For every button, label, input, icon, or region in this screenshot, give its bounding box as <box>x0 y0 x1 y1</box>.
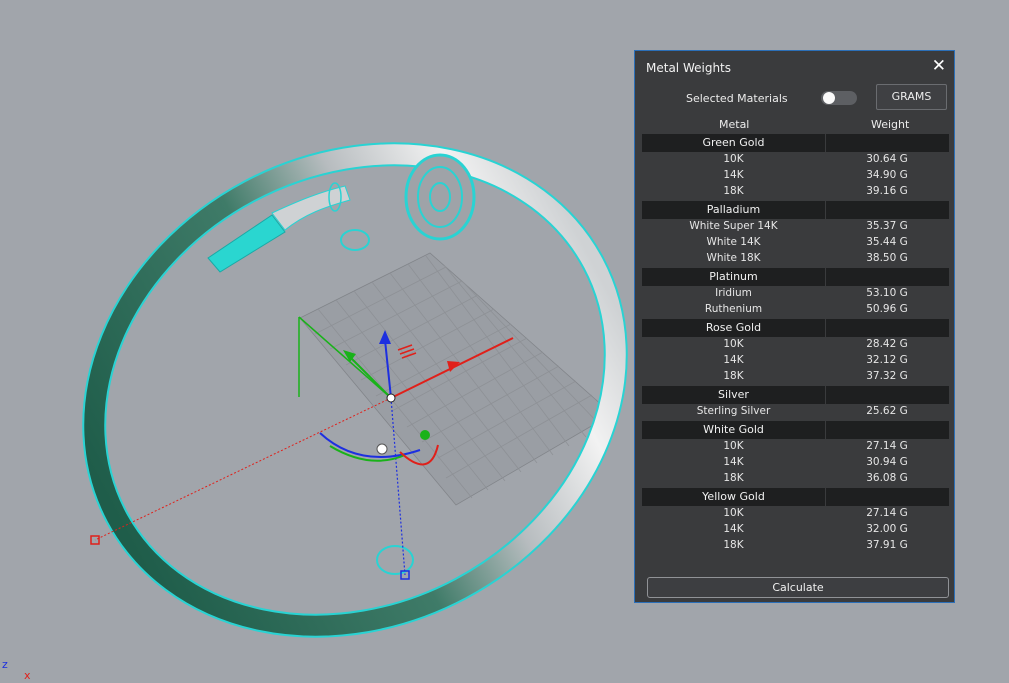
calculate-button[interactable]: Calculate <box>647 577 949 598</box>
metal-row[interactable]: 10K 27.14 G <box>642 506 949 522</box>
group-header-row[interactable]: Platinum <box>642 268 949 286</box>
column-divider <box>825 421 826 439</box>
group-header-row[interactable]: Yellow Gold <box>642 488 949 506</box>
column-divider <box>825 268 826 286</box>
metal-row[interactable]: 14K 34.90 G <box>642 168 949 184</box>
world-axis-indicator: z x <box>0 658 40 683</box>
metal-name: 10K <box>723 507 744 519</box>
group-header-row[interactable]: White Gold <box>642 421 949 439</box>
selected-materials-label: Selected Materials <box>686 92 788 105</box>
close-icon[interactable]: ✕ <box>932 57 946 75</box>
group-header-row[interactable]: Palladium <box>642 201 949 219</box>
metal-row[interactable]: 14K 30.94 G <box>642 455 949 471</box>
metal-weight: 37.32 G <box>866 370 908 382</box>
metal-weight: 37.91 G <box>866 539 908 551</box>
group-name: White Gold <box>703 423 764 436</box>
metal-weight: 28.42 G <box>866 338 908 350</box>
column-divider <box>825 134 826 152</box>
metal-name: 10K <box>723 440 744 452</box>
metal-row[interactable]: 10K 30.64 G <box>642 152 949 168</box>
group-header-row[interactable]: Silver <box>642 386 949 404</box>
metal-row[interactable]: 10K 27.14 G <box>642 439 949 455</box>
metal-name: 14K <box>723 354 744 366</box>
group-name: Palladium <box>706 203 761 216</box>
metal-row[interactable]: 10K 28.42 G <box>642 337 949 353</box>
metal-row[interactable]: Sterling Silver 25.62 G <box>642 404 949 420</box>
group-name: Platinum <box>709 270 758 283</box>
metal-weights-panel: Metal Weights ✕ Selected Materials GRAMS… <box>634 50 955 603</box>
metal-name: White 14K <box>706 236 761 248</box>
metal-weight: 32.12 G <box>866 354 908 366</box>
metal-row[interactable]: 18K 37.32 G <box>642 369 949 385</box>
metal-row[interactable]: White 14K 35.44 G <box>642 235 949 251</box>
group-header-row[interactable]: Rose Gold <box>642 319 949 337</box>
metal-name: 18K <box>723 370 744 382</box>
metal-row[interactable]: 18K 36.08 G <box>642 471 949 487</box>
units-button[interactable]: GRAMS <box>876 84 947 110</box>
metal-name: Iridium <box>715 287 752 299</box>
metal-row[interactable]: 18K 39.16 G <box>642 184 949 200</box>
selected-materials-toggle[interactable] <box>821 91 857 105</box>
column-header-metal: Metal <box>719 118 750 131</box>
column-divider <box>825 488 826 506</box>
metal-name: Sterling Silver <box>696 405 771 417</box>
column-divider <box>825 201 826 219</box>
axis-z-label: z <box>2 658 8 671</box>
metal-name: 10K <box>723 153 744 165</box>
construction-grid <box>299 252 613 506</box>
group-name: Silver <box>718 388 749 401</box>
panel-header: Metal Weights ✕ <box>635 51 954 84</box>
column-divider <box>825 319 826 337</box>
metal-weights-list: Green Gold 10K 30.64 G 14K 34.90 G 18K 39.16 G… <box>642 133 949 554</box>
metal-name: White Super 14K <box>689 220 778 232</box>
metal-name: 14K <box>723 169 744 181</box>
metal-name: White 18K <box>706 252 761 264</box>
metal-weight: 36.08 G <box>866 472 908 484</box>
group-name: Green Gold <box>702 136 765 149</box>
metal-weight: 32.00 G <box>866 523 908 535</box>
group-name: Rose Gold <box>705 321 762 334</box>
metal-name: 18K <box>723 472 744 484</box>
metal-weight: 39.16 G <box>866 185 908 197</box>
group-name: Yellow Gold <box>702 490 765 503</box>
metal-weight: 27.14 G <box>866 507 908 519</box>
metal-weight: 30.64 G <box>866 153 908 165</box>
metal-row[interactable]: White 18K 38.50 G <box>642 251 949 267</box>
metal-weight: 25.62 G <box>866 405 908 417</box>
panel-title: Metal Weights <box>646 61 732 75</box>
metal-weight: 50.96 G <box>866 303 908 315</box>
metal-weight: 27.14 G <box>866 440 908 452</box>
metal-row[interactable]: White Super 14K 35.37 G <box>642 219 949 235</box>
metal-weight: 34.90 G <box>866 169 908 181</box>
metal-name: 18K <box>723 185 744 197</box>
metal-row[interactable]: 14K 32.00 G <box>642 522 949 538</box>
metal-row[interactable]: Iridium 53.10 G <box>642 286 949 302</box>
column-header-weight: Weight <box>871 118 910 131</box>
metal-row[interactable]: 18K 37.91 G <box>642 538 949 554</box>
metal-weight: 38.50 G <box>866 252 908 264</box>
toggle-knob <box>823 92 835 104</box>
metal-weight: 35.37 G <box>866 220 908 232</box>
metal-row[interactable]: 14K 32.12 G <box>642 353 949 369</box>
metal-name: 14K <box>723 523 744 535</box>
metal-row[interactable]: Ruthenium 50.96 G <box>642 302 949 318</box>
column-divider <box>825 386 826 404</box>
group-header-row[interactable]: Green Gold <box>642 134 949 152</box>
axis-x-label: x <box>24 669 31 682</box>
metal-weight: 35.44 G <box>866 236 908 248</box>
metal-weight: 30.94 G <box>866 456 908 468</box>
metal-name: 10K <box>723 338 744 350</box>
metal-name: 18K <box>723 539 744 551</box>
metal-name: Ruthenium <box>704 303 763 315</box>
metal-name: 14K <box>723 456 744 468</box>
metal-weight: 53.10 G <box>866 287 908 299</box>
